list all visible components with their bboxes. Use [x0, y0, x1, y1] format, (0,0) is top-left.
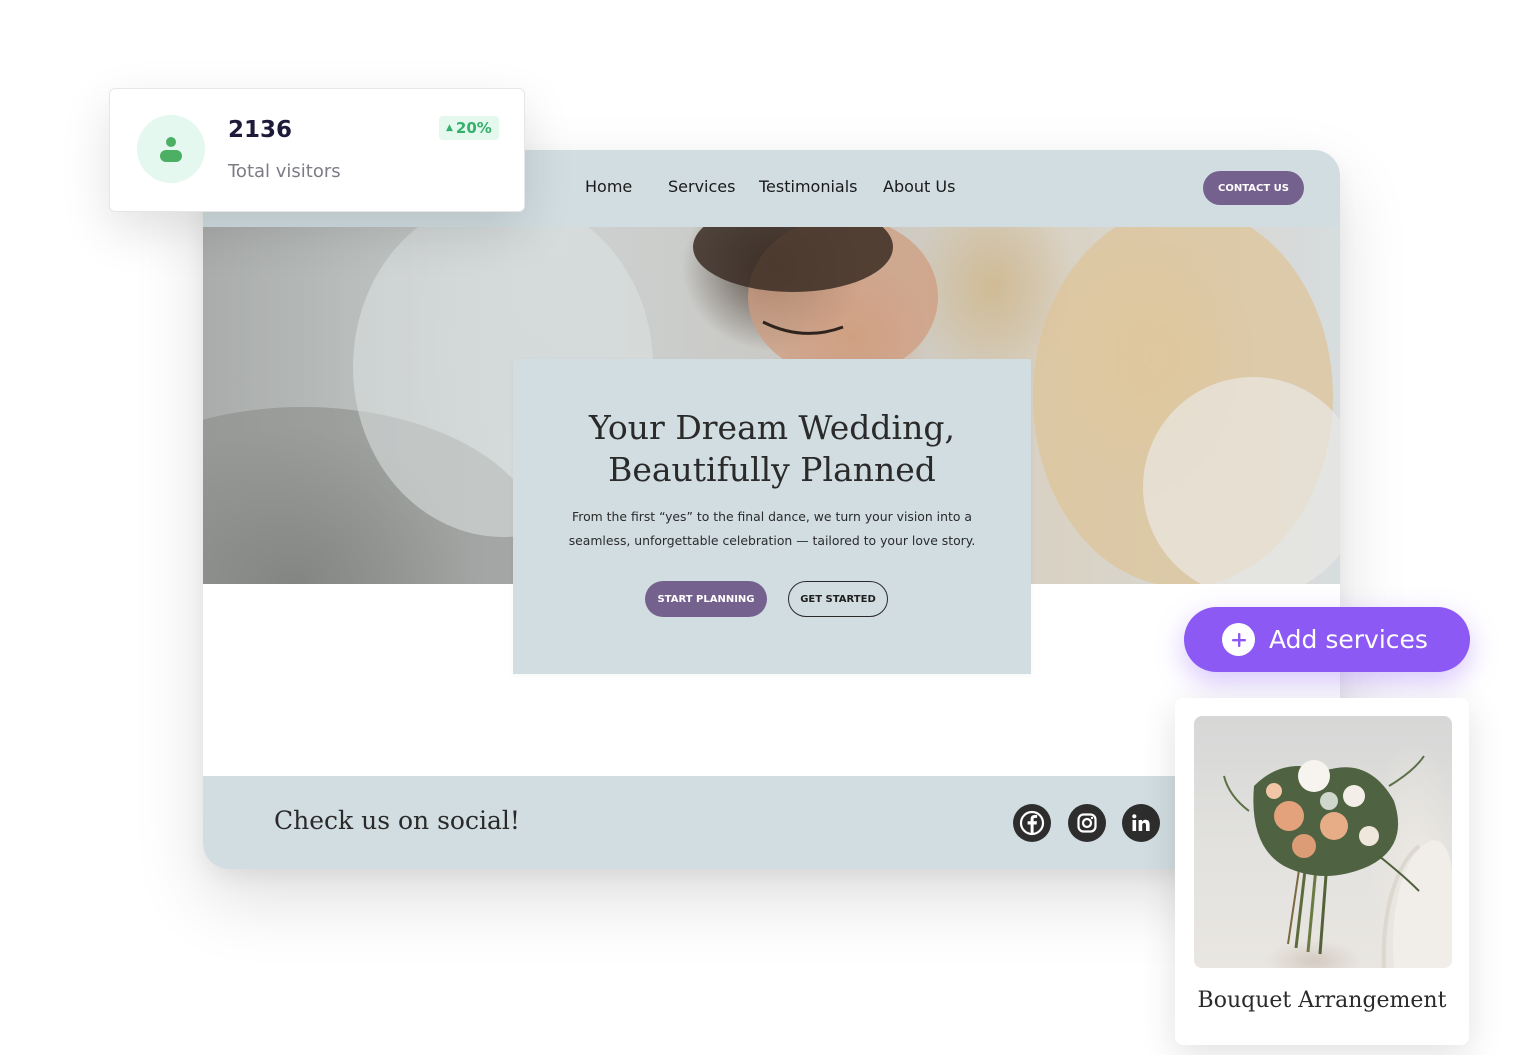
- plus-icon: [1222, 623, 1255, 656]
- visitors-change-badge: ▲ 20%: [439, 116, 499, 140]
- social-heading: Check us on social!: [274, 806, 520, 835]
- visitors-stat-card: 2136 Total visitors ▲ 20%: [109, 88, 525, 212]
- contact-us-button[interactable]: CONTACT US: [1203, 171, 1304, 205]
- visitors-label: Total visitors: [228, 161, 341, 182]
- website-preview: Home Services Testimonials About Us CONT…: [203, 150, 1340, 869]
- add-services-label: Add services: [1269, 625, 1428, 654]
- hero-description: From the first “yes” to the final dance,…: [568, 509, 976, 548]
- hero-title: Your Dream Wedding, Beautifully Planned: [589, 408, 955, 489]
- nav-link-testimonials[interactable]: Testimonials: [759, 177, 858, 196]
- social-section: Check us on social!: [203, 776, 1340, 869]
- visitors-count: 2136: [228, 117, 293, 143]
- add-services-button[interactable]: Add services: [1184, 607, 1470, 672]
- nav-link-about-us[interactable]: About Us: [883, 177, 955, 196]
- hero-content-card: Your Dream Wedding, Beautifully Planned …: [513, 359, 1031, 674]
- instagram-icon[interactable]: [1068, 804, 1106, 842]
- service-title: Bouquet Arrangement: [1197, 988, 1447, 1013]
- service-card[interactable]: Bouquet Arrangement: [1175, 698, 1469, 1045]
- nav-link-services[interactable]: Services: [668, 177, 735, 196]
- nav-link-home[interactable]: Home: [585, 177, 632, 196]
- linkedin-icon[interactable]: [1122, 804, 1160, 842]
- bouquet-illustration: [1223, 755, 1452, 968]
- start-planning-button[interactable]: START PLANNING: [645, 581, 767, 617]
- arrow-up-icon: ▲: [446, 123, 453, 133]
- facebook-icon[interactable]: [1013, 804, 1051, 842]
- user-avatar-icon: [137, 115, 205, 183]
- bouquet-photo: [1194, 716, 1452, 968]
- get-started-button[interactable]: GET STARTED: [788, 581, 888, 617]
